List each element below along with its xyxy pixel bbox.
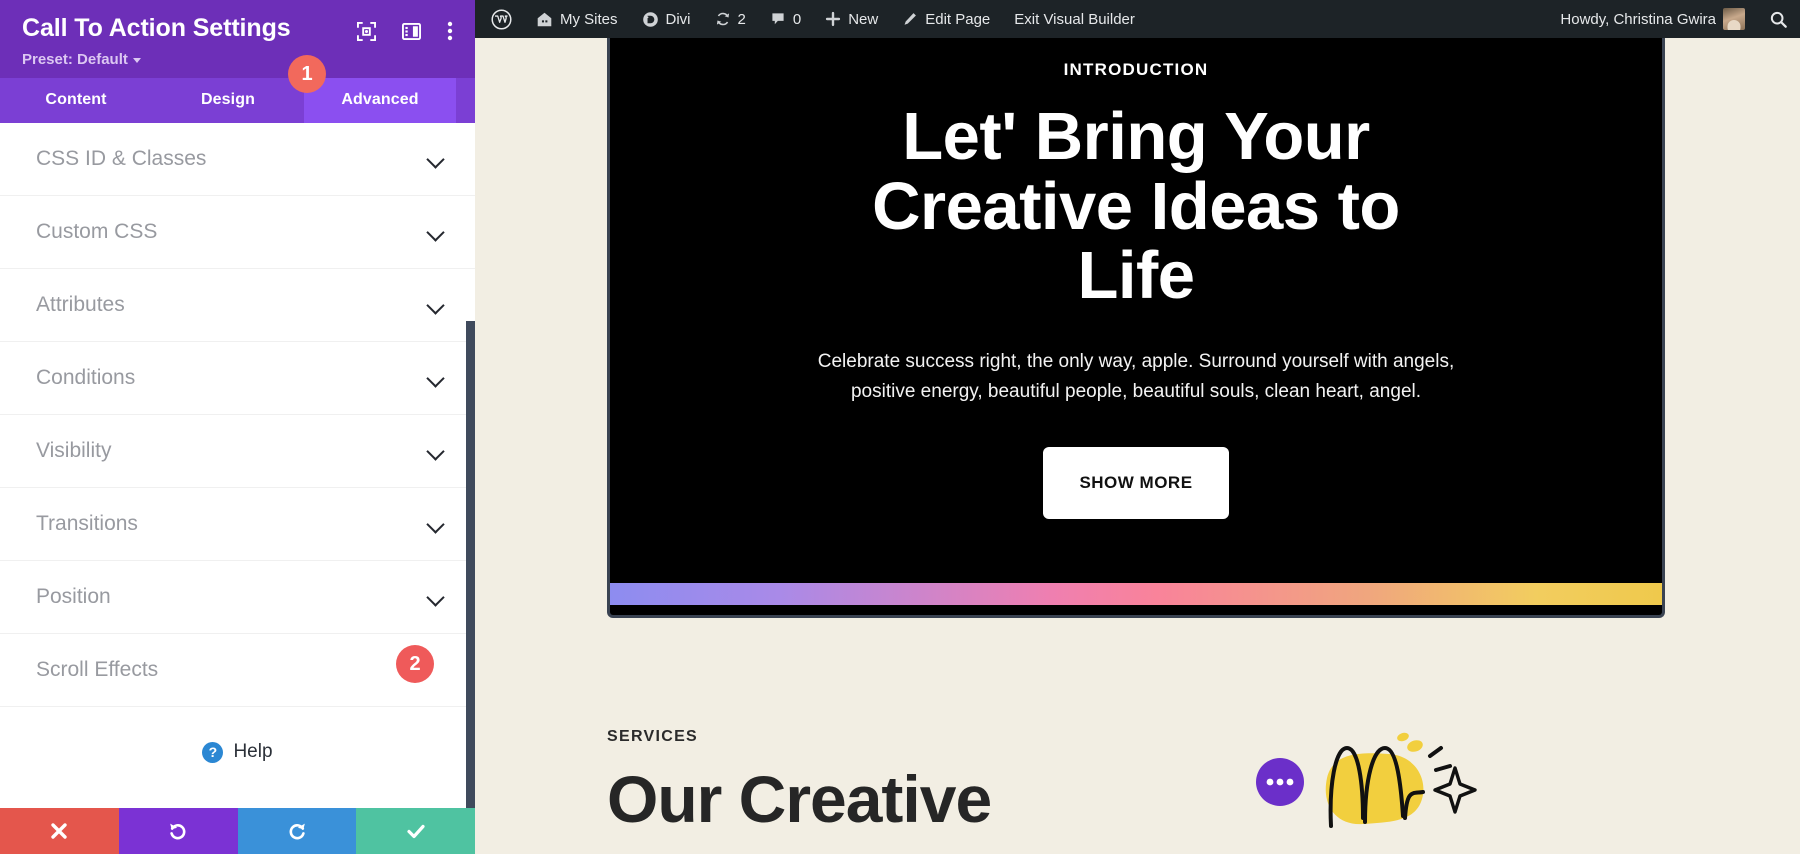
undo-icon — [167, 820, 189, 842]
question-mark-icon: ? — [202, 742, 223, 763]
panel-header: Call To Action Settings — [0, 0, 475, 78]
chevron-down-icon — [429, 370, 445, 386]
chevron-down-icon — [429, 589, 445, 605]
chevron-down-icon — [133, 58, 141, 63]
wp-admin-bar: My Sites Divi 2 — [475, 0, 1800, 38]
chevron-down-icon — [429, 297, 445, 313]
cancel-button[interactable] — [0, 808, 119, 854]
updates-count: 2 — [738, 11, 746, 28]
divi-icon — [642, 11, 659, 28]
updates-icon — [715, 11, 731, 27]
divi-label: Divi — [666, 11, 691, 28]
wordpress-logo-icon — [491, 9, 512, 30]
section-label: Position — [36, 585, 111, 609]
admin-bar-left: My Sites Divi 2 — [475, 0, 1147, 38]
page-title: Call To Action Settings — [22, 14, 291, 43]
section-label: Attributes — [36, 293, 125, 317]
more-options-icon[interactable] — [447, 21, 453, 46]
cta-body-text: Celebrate success right, the only way, a… — [796, 347, 1476, 407]
howdy-label: Howdy, Christina Gwira — [1560, 11, 1716, 28]
panel-body: CSS ID & Classes Custom CSS Attributes C… — [0, 123, 475, 808]
save-button[interactable] — [356, 808, 475, 854]
section-label: Scroll Effects — [36, 658, 158, 682]
panel-footer — [0, 808, 475, 854]
step-badge-2: 2 — [396, 645, 434, 683]
section-row-visibility[interactable]: Visibility — [0, 415, 475, 488]
call-to-action-module[interactable]: INTRODUCTION Let' Bring Your Creative Id… — [607, 38, 1665, 618]
sites-icon — [536, 11, 553, 28]
comments-count: 0 — [793, 11, 801, 28]
section-row-attributes[interactable]: Attributes — [0, 269, 475, 342]
section-row-transitions[interactable]: Transitions — [0, 488, 475, 561]
undo-button[interactable] — [119, 808, 238, 854]
edit-page-label: Edit Page — [925, 11, 990, 28]
exit-visual-builder-label: Exit Visual Builder — [1014, 11, 1135, 28]
panel-header-icons — [357, 14, 453, 46]
updates-menu[interactable]: 2 — [703, 0, 758, 38]
plus-icon — [825, 11, 841, 27]
section-row-css-id-classes[interactable]: CSS ID & Classes — [0, 123, 475, 196]
preset-label: Preset: Default — [22, 51, 128, 68]
check-icon — [405, 820, 427, 842]
section-label: CSS ID & Classes — [36, 147, 206, 171]
sparkle-icon — [1435, 768, 1475, 812]
section-label: Conditions — [36, 366, 135, 390]
search-button[interactable] — [1757, 0, 1800, 38]
services-heading: Our Creative — [607, 766, 1665, 832]
cta-eyebrow: INTRODUCTION — [1064, 60, 1209, 80]
edit-page-link[interactable]: Edit Page — [890, 0, 1002, 38]
pencil-icon — [902, 11, 918, 27]
comment-icon — [770, 11, 786, 27]
app-root: Call To Action Settings — [0, 0, 1800, 854]
section-row-conditions[interactable]: Conditions — [0, 342, 475, 415]
close-icon — [49, 821, 69, 841]
search-icon — [1769, 10, 1788, 29]
divi-menu[interactable]: Divi — [630, 0, 703, 38]
new-label: New — [848, 11, 878, 28]
services-eyebrow: SERVICES — [607, 728, 1665, 746]
module-settings-panel: Call To Action Settings — [0, 0, 475, 854]
section-label: Visibility — [36, 439, 111, 463]
comments-menu[interactable]: 0 — [758, 0, 813, 38]
tab-design[interactable]: Design — [152, 78, 304, 123]
admin-bar-right: Howdy, Christina Gwira — [1544, 0, 1800, 38]
chevron-down-icon — [429, 151, 445, 167]
avatar — [1723, 8, 1745, 30]
tab-advanced[interactable]: Advanced — [304, 78, 456, 123]
redo-icon — [286, 820, 308, 842]
panel-scrollbar[interactable] — [466, 321, 475, 808]
preset-selector[interactable]: Preset: Default — [22, 51, 453, 68]
section-label: Transitions — [36, 512, 138, 536]
section-row-custom-css[interactable]: Custom CSS — [0, 196, 475, 269]
cta-heading: Let' Bring Your Creative Ideas to Life — [826, 102, 1446, 311]
my-sites-label: My Sites — [560, 11, 618, 28]
account-menu[interactable]: Howdy, Christina Gwira — [1544, 0, 1757, 38]
panel-layout-icon[interactable] — [402, 22, 421, 46]
redo-button[interactable] — [238, 808, 357, 854]
section-row-position[interactable]: Position — [0, 561, 475, 634]
services-decorative-illustration — [1255, 730, 1485, 840]
chevron-down-icon — [429, 516, 445, 532]
chevron-down-icon — [429, 443, 445, 459]
cta-gradient-bar — [610, 583, 1662, 605]
visual-builder-canvas: INTRODUCTION Let' Bring Your Creative Id… — [475, 38, 1800, 854]
panel-tabs: Content Design Advanced — [0, 78, 475, 123]
services-section: SERVICES Our Creative — [607, 728, 1665, 832]
help-link[interactable]: ? Help — [0, 707, 475, 797]
my-sites-menu[interactable]: My Sites — [524, 0, 630, 38]
focus-module-icon[interactable] — [357, 22, 376, 46]
exit-visual-builder-link[interactable]: Exit Visual Builder — [1002, 0, 1147, 38]
new-content-menu[interactable]: New — [813, 0, 890, 38]
help-label: Help — [233, 741, 272, 763]
chevron-down-icon — [429, 224, 445, 240]
section-label: Custom CSS — [36, 220, 157, 244]
step-badge-1: 1 — [288, 55, 326, 93]
tab-content[interactable]: Content — [0, 78, 152, 123]
wp-logo-button[interactable] — [475, 0, 524, 38]
show-more-button[interactable]: SHOW MORE — [1043, 447, 1228, 519]
yellow-blob — [1326, 753, 1424, 824]
